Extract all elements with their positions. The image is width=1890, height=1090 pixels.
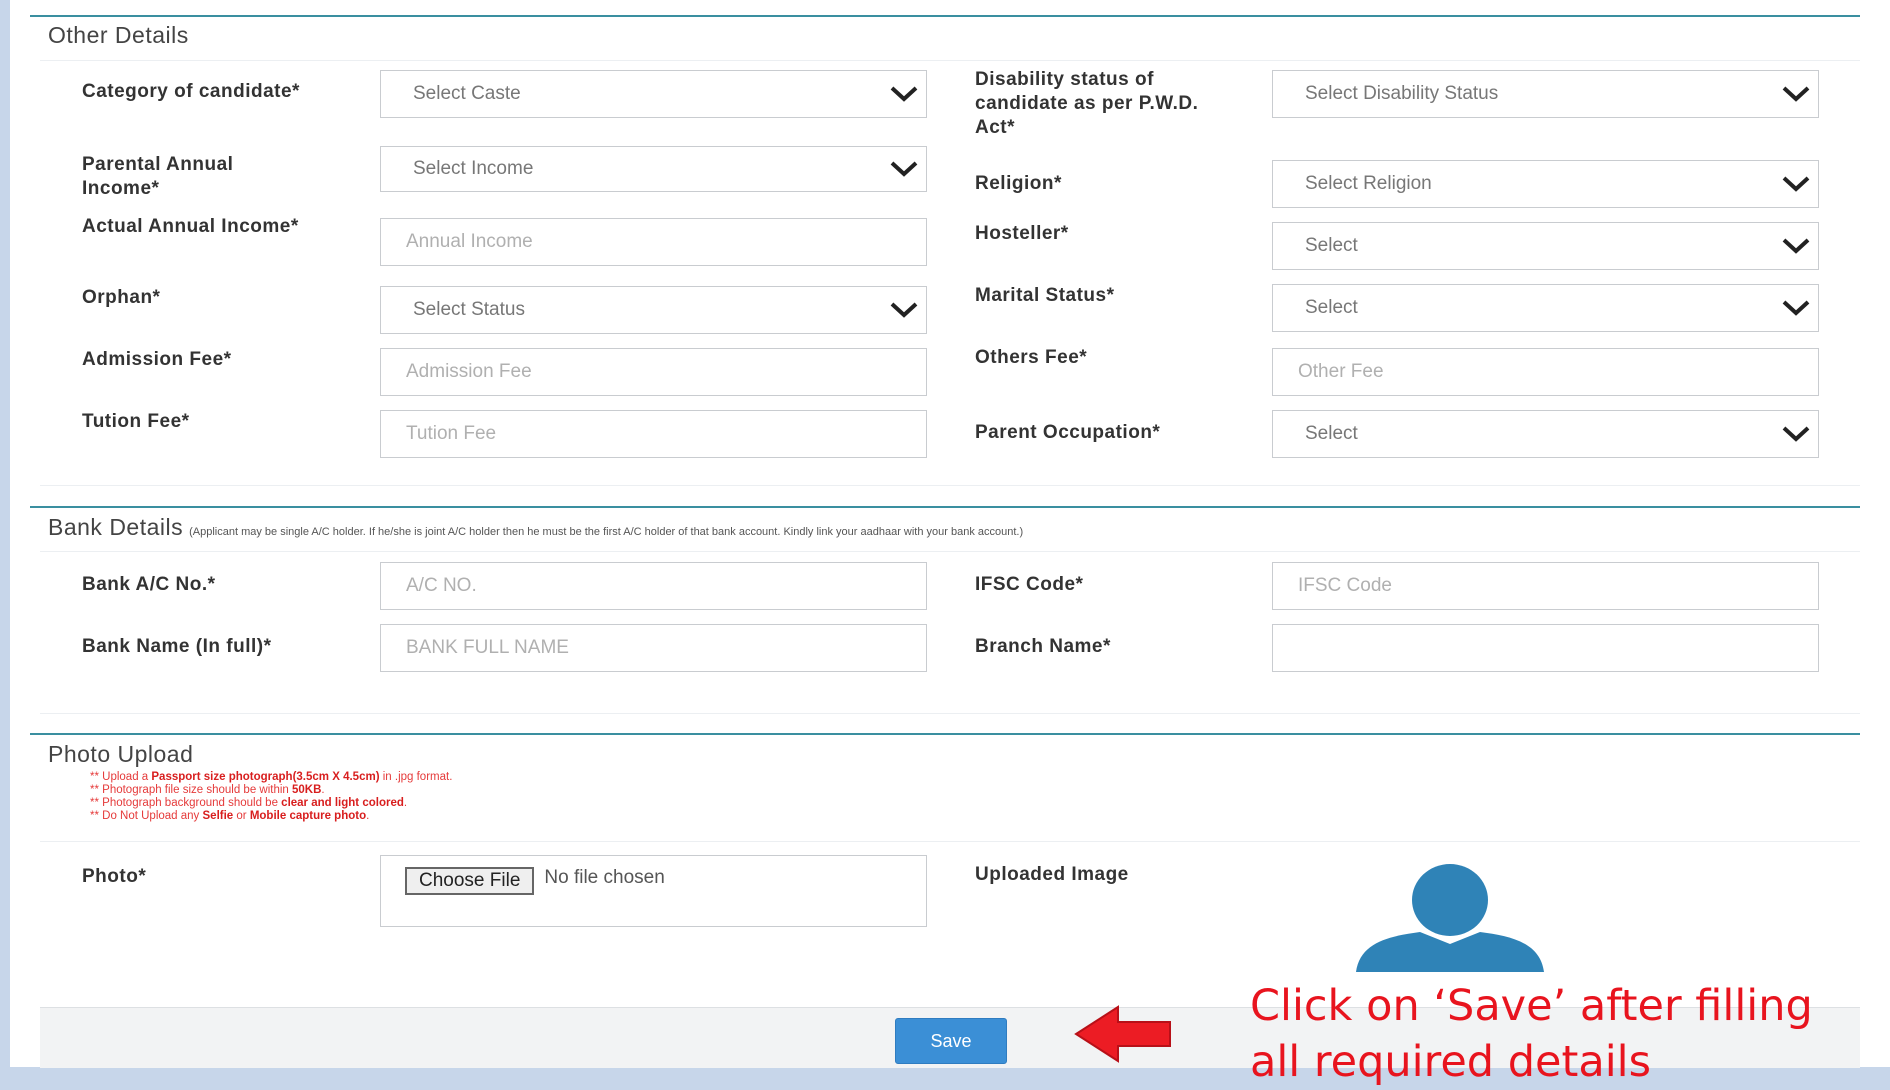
category-value: Select Caste bbox=[413, 83, 521, 104]
actual-income-input[interactable]: Annual Income bbox=[380, 218, 927, 266]
bank-details-heading: Bank Details (Applicant may be single A/C… bbox=[48, 514, 1023, 541]
category-label: Category of candidate* bbox=[82, 81, 300, 102]
account-no-input[interactable]: A/C NO. bbox=[380, 562, 927, 610]
save-instruction-annotation: Click on ‘Save’ after filling all requir… bbox=[1250, 978, 1890, 1090]
chevron-down-icon bbox=[882, 160, 926, 178]
orphan-value: Select Status bbox=[413, 299, 525, 320]
tution-fee-placeholder: Tution Fee bbox=[406, 423, 497, 444]
photo-upload-rule bbox=[30, 733, 1860, 735]
file-status-text: No file chosen bbox=[544, 867, 665, 888]
admission-fee-input[interactable]: Admission Fee bbox=[380, 348, 927, 396]
other-details-title: Other Details bbox=[48, 22, 189, 48]
uploaded-image-label: Uploaded Image bbox=[975, 864, 1129, 885]
photo-note: ** Photograph file size should be within… bbox=[90, 784, 325, 796]
chevron-down-icon bbox=[1774, 425, 1818, 443]
ifsc-placeholder: IFSC Code bbox=[1298, 575, 1392, 596]
parental-income-label: Parental Annual Income* bbox=[82, 154, 234, 199]
bank-details-rule bbox=[30, 506, 1860, 508]
divider bbox=[40, 551, 1860, 552]
disability-select[interactable]: Select Disability Status bbox=[1272, 70, 1819, 118]
parental-income-select[interactable]: Select Income bbox=[380, 146, 927, 192]
photo-label: Photo* bbox=[82, 866, 147, 887]
marital-status-select[interactable]: Select bbox=[1272, 284, 1819, 332]
orphan-label: Orphan* bbox=[82, 287, 161, 308]
left-arrow-icon bbox=[1072, 1004, 1172, 1064]
account-no-placeholder: A/C NO. bbox=[406, 575, 477, 596]
chevron-down-icon bbox=[1774, 85, 1818, 103]
disability-label: Disability status of candidate as per P.… bbox=[975, 69, 1199, 138]
annotation-line: Click on ‘Save’ after filling bbox=[1250, 981, 1813, 1031]
others-fee-input[interactable]: Other Fee bbox=[1272, 348, 1819, 396]
photo-instructions: ** Upload a Passport size photograph(3.5… bbox=[90, 771, 452, 823]
marital-status-value: Select bbox=[1305, 297, 1358, 318]
bank-name-placeholder: BANK FULL NAME bbox=[406, 637, 569, 658]
hosteller-label: Hosteller* bbox=[975, 223, 1069, 244]
others-fee-label: Others Fee* bbox=[975, 347, 1088, 368]
tution-fee-label: Tution Fee* bbox=[82, 411, 190, 432]
branch-name-input[interactable] bbox=[1272, 624, 1819, 672]
admission-fee-label: Admission Fee* bbox=[82, 349, 232, 370]
parental-income-value: Select Income bbox=[413, 158, 534, 179]
photo-upload-title: Photo Upload bbox=[48, 741, 194, 767]
parent-occupation-label: Parent Occupation* bbox=[975, 422, 1161, 443]
photo-note: ** Photograph background should be clear… bbox=[90, 797, 408, 809]
bank-details-title: Bank Details bbox=[48, 514, 184, 540]
bank-name-input[interactable]: BANK FULL NAME bbox=[380, 624, 927, 672]
religion-label: Religion* bbox=[975, 173, 1062, 194]
parent-occupation-select[interactable]: Select bbox=[1272, 410, 1819, 458]
chevron-down-icon bbox=[882, 301, 926, 319]
annotation-line: all required details bbox=[1250, 1037, 1652, 1087]
other-details-rule bbox=[30, 15, 1860, 17]
save-button[interactable]: Save bbox=[895, 1018, 1007, 1064]
religion-value: Select Religion bbox=[1305, 173, 1432, 194]
disability-value: Select Disability Status bbox=[1305, 83, 1499, 104]
bank-details-note: (Applicant may be single A/C holder. If … bbox=[189, 526, 1024, 538]
tution-fee-input[interactable]: Tution Fee bbox=[380, 410, 927, 458]
others-fee-placeholder: Other Fee bbox=[1298, 361, 1384, 382]
ifsc-input[interactable]: IFSC Code bbox=[1272, 562, 1819, 610]
divider bbox=[40, 485, 1860, 486]
divider bbox=[40, 60, 1860, 61]
user-silhouette-icon bbox=[1350, 862, 1550, 974]
hosteller-select[interactable]: Select bbox=[1272, 222, 1819, 270]
divider bbox=[40, 841, 1860, 842]
bank-name-label: Bank Name (In full)* bbox=[82, 636, 272, 657]
chevron-down-icon bbox=[882, 85, 926, 103]
photo-note: ** Do Not Upload any Selfie or Mobile ca… bbox=[90, 810, 370, 822]
choose-file-button[interactable]: Choose File bbox=[405, 867, 535, 895]
marital-status-label: Marital Status* bbox=[975, 285, 1115, 306]
admission-fee-placeholder: Admission Fee bbox=[406, 361, 532, 382]
chevron-down-icon bbox=[1774, 299, 1818, 317]
photo-file-input[interactable]: Choose File No file chosen bbox=[380, 855, 927, 927]
actual-income-label: Actual Annual Income* bbox=[82, 216, 299, 237]
ifsc-label: IFSC Code* bbox=[975, 574, 1084, 595]
hosteller-value: Select bbox=[1305, 235, 1358, 256]
religion-select[interactable]: Select Religion bbox=[1272, 160, 1819, 208]
orphan-select[interactable]: Select Status bbox=[380, 286, 927, 334]
branch-name-label: Branch Name* bbox=[975, 636, 1111, 657]
parent-occupation-value: Select bbox=[1305, 423, 1358, 444]
divider bbox=[40, 713, 1860, 714]
actual-income-placeholder: Annual Income bbox=[406, 231, 533, 252]
category-select[interactable]: Select Caste bbox=[380, 70, 927, 118]
account-no-label: Bank A/C No.* bbox=[82, 574, 216, 595]
chevron-down-icon bbox=[1774, 175, 1818, 193]
chevron-down-icon bbox=[1774, 237, 1818, 255]
photo-note: ** Upload a Passport size photograph(3.5… bbox=[90, 771, 453, 783]
